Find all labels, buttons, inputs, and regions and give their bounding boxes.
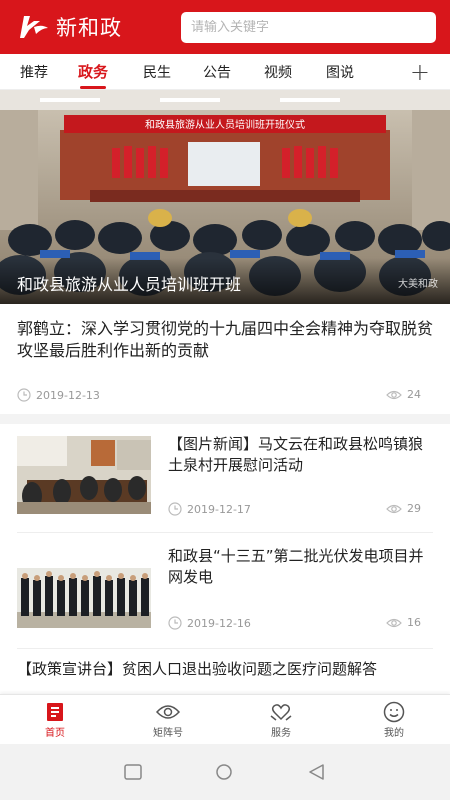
banner-stage-text: 和政县旅游从业人员培训班开班仪式 [145,118,305,131]
home-icon [47,703,63,721]
app-logo: 新和政 [20,12,122,42]
tab-government[interactable]: 政务 [78,61,108,89]
tab-video[interactable]: 视频 [264,62,292,82]
logo-icon [20,16,48,38]
eye-icon [156,705,180,719]
nav-mine[interactable]: 我的 [364,700,424,739]
app-name: 新和政 [56,16,122,40]
news-date: 2019-12-17 [168,502,251,516]
nav-home-label: 首页 [45,728,65,739]
news-date: 2019-12-16 [168,616,251,630]
search-box[interactable] [181,12,436,43]
clock-icon [168,502,182,516]
news-title[interactable]: 郭鹤立：深入学习贯彻党的十九届四中全会精神为夺取脱贫攻坚最后胜利作出新的贡献 [17,318,437,362]
news-views-count: 29 [407,502,421,515]
banner-title[interactable]: 和政县旅游从业人员培训班开班 [17,271,241,295]
news-item[interactable]: 【图片新闻】马文云在和政县松鸣镇狼土泉村开展慰问活动 2019-12-17 29 [0,424,450,534]
news-thumbnail-image [17,568,151,628]
news-title[interactable]: 【政策宣讲台】贫困人口退出验收问题之医疗问题解答 [17,659,437,680]
smiley-icon [383,701,405,723]
news-item[interactable]: 和政县“十三五”第二批光伏发电项目并网发电 2019-12-16 16 [0,534,450,646]
news-views-count: 24 [407,388,421,401]
news-views-count: 16 [407,616,421,629]
news-thumbnail[interactable] [17,568,151,628]
nav-service-label: 服务 [271,728,291,739]
bottom-nav: 首页 矩阵号 服务 我的 [0,694,450,744]
news-thumbnail[interactable] [17,436,151,514]
news-title[interactable]: 【图片新闻】马文云在和政县松鸣镇狼土泉村开展慰问活动 [168,434,433,476]
heart-hands-icon [270,704,292,721]
news-item[interactable]: 郭鹤立：深入学习贯彻党的十九届四中全会精神为夺取脱贫攻坚最后胜利作出新的贡献 2… [0,304,450,424]
eye-icon [386,618,402,627]
home-circle-icon[interactable] [215,764,233,780]
banner-watermark: 大美和政 [398,279,438,290]
news-date: 2019-12-13 [17,388,100,402]
recent-apps-icon[interactable] [124,764,142,780]
plus-icon[interactable]: + [410,58,430,86]
nav-matrix-label: 矩阵号 [153,728,183,739]
list-divider [17,648,433,649]
news-date-text: 2019-12-17 [187,502,251,516]
list-divider [17,532,433,533]
news-thumbnail-image [17,436,151,514]
clock-icon [17,388,31,402]
news-views: 24 [386,388,421,401]
news-date-text: 2019-12-16 [187,616,251,630]
app-header: 新和政 [0,0,450,54]
eye-icon [386,504,402,513]
tab-notice[interactable]: 公告 [203,62,231,82]
eye-icon [386,390,402,399]
tab-recommend[interactable]: 推荐 [20,62,48,82]
news-views: 29 [386,502,421,515]
banner-carousel[interactable]: 和政县旅游从业人员培训班开班仪式 和政县旅游从业人员培训班开班 大美和政 [0,90,450,304]
system-nav-bar [0,744,450,800]
channel-tabs: 推荐 政务 民生 公告 视频 图说 + [0,54,450,90]
nav-home[interactable]: 首页 [25,700,85,739]
clock-icon [168,616,182,630]
news-views: 16 [386,616,421,629]
tab-pictures[interactable]: 图说 [326,62,354,82]
tab-livelihood[interactable]: 民生 [143,62,171,82]
nav-matrix[interactable]: 矩阵号 [138,700,198,739]
news-title[interactable]: 和政县“十三五”第二批光伏发电项目并网发电 [168,546,433,588]
news-date-text: 2019-12-13 [36,388,100,402]
nav-mine-label: 我的 [384,728,404,739]
nav-service[interactable]: 服务 [251,700,311,739]
search-input[interactable] [191,20,436,35]
back-icon[interactable] [308,764,326,780]
